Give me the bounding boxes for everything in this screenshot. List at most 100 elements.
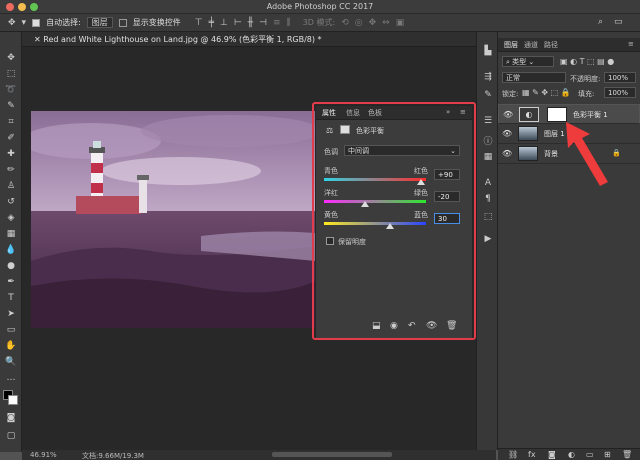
histogram-icon[interactable]: ▙ <box>481 46 495 58</box>
document-close-icon[interactable]: ✕ <box>34 35 43 44</box>
pen-tool-icon[interactable]: ✒ <box>3 276 19 289</box>
more-tools-icon[interactable]: … <box>3 372 19 385</box>
screen-mode-icon[interactable]: ▢ <box>3 430 19 443</box>
document-tab[interactable]: ✕ Red and White Lighthouse on Land.jpg @… <box>28 32 322 47</box>
quick-select-tool-icon[interactable]: ✎ <box>3 100 19 113</box>
shape-tool-icon[interactable]: ▭ <box>3 324 19 337</box>
blend-mode-value: 正常 <box>506 74 520 82</box>
quick-mask-icon[interactable]: ◙ <box>3 412 19 425</box>
gradient-tool-icon[interactable]: ▦ <box>3 228 19 241</box>
tools-panel: ✥ ⬚ ➰ ✎ ⌗ ✐ ✚ ✏ ♙ ↺ ◈ ▦ 💧 ● ✒ T ➤ ▭ ✋ 🔍 … <box>0 32 22 452</box>
3d-pan-icon[interactable]: ✥ <box>369 18 377 28</box>
options-bar: ✥ ▾ 自动选择: 图层 显示变换控件 ⊤ ╪ ⊥ ⊢ ╫ ⊣ ≡ ⫼ 3D 模… <box>0 14 640 32</box>
document-image[interactable] <box>31 111 316 328</box>
new-layer-icon[interactable]: ⊞ <box>604 450 611 459</box>
paragraph-icon[interactable]: ¶ <box>481 194 495 206</box>
new-group-icon[interactable]: ▭ <box>586 450 594 459</box>
move-tool-icon[interactable]: ✥ <box>3 52 19 65</box>
layers-tab-bar: 图层 通道 路径 ≡ <box>498 38 640 52</box>
fill-input[interactable]: 100% <box>604 87 636 98</box>
hand-tool-icon[interactable]: ✋ <box>3 340 19 353</box>
marquee-tool-icon[interactable]: ⬚ <box>3 68 19 81</box>
3d-roll-icon[interactable]: ◎ <box>355 18 363 28</box>
layers-panel: 图层 通道 路径 ≡ ⌕ 类型 ⌄ ▣ ◐ T ⬚ ▤ ● 正常 不透明度: 1… <box>498 32 640 460</box>
title-bar: Adobe Photoshop CC 2017 <box>0 0 640 14</box>
actions-icon[interactable]: ▶ <box>481 234 495 246</box>
visibility-eye-icon[interactable]: 👁 <box>503 110 513 120</box>
align-left-icon[interactable]: ⊢ <box>234 18 242 28</box>
3d-slide-icon[interactable]: ⇔ <box>382 18 390 28</box>
visibility-eye-icon[interactable]: 👁 <box>502 149 512 158</box>
blend-mode-dropdown[interactable]: 正常 <box>502 72 566 83</box>
tab-layers[interactable]: 图层 <box>504 40 518 50</box>
tab-channels[interactable]: 通道 <box>524 40 538 50</box>
align-bottom-icon[interactable]: ⊥ <box>220 18 228 28</box>
lock-options-icon[interactable]: ▦ ✎ ✥ ⬚ 🔒 <box>522 88 571 97</box>
add-mask-icon[interactable]: ◙ <box>548 450 556 459</box>
type-tool-icon[interactable]: T <box>3 292 19 305</box>
adjust-icon[interactable]: ⇶ <box>481 72 495 84</box>
lasso-tool-icon[interactable]: ➰ <box>3 84 19 97</box>
properties-icon[interactable]: ☰ <box>481 116 495 128</box>
brush-settings-icon[interactable]: ✎ <box>481 90 495 102</box>
link-layers-icon[interactable]: ⛓ <box>508 450 518 459</box>
align-middle-icon[interactable]: ╪ <box>209 18 214 28</box>
auto-select-checkbox[interactable] <box>32 18 41 27</box>
layer-filter-dropdown[interactable]: ⌕ 类型 ⌄ <box>502 56 554 67</box>
app-title: Adobe Photoshop CC 2017 <box>266 2 374 11</box>
dodge-tool-icon[interactable]: ● <box>3 260 19 273</box>
brush-tool-icon[interactable]: ✏ <box>3 164 19 177</box>
opacity-input[interactable]: 100% <box>604 72 636 83</box>
eyedropper-tool-icon[interactable]: ✐ <box>3 132 19 145</box>
visibility-eye-icon[interactable]: 👁 <box>502 129 512 138</box>
history-brush-tool-icon[interactable]: ↺ <box>3 196 19 209</box>
distribute-icon[interactable]: ≡ <box>273 18 281 28</box>
fill-label: 填充: <box>578 90 595 98</box>
eraser-tool-icon[interactable]: ◈ <box>3 212 19 225</box>
layer-filter-value: 类型 <box>512 58 527 66</box>
swatches-icon[interactable]: ▦ <box>481 152 495 164</box>
align-right-icon[interactable]: ⊣ <box>259 18 267 28</box>
3d-scale-icon[interactable]: ▣ <box>396 18 405 28</box>
document-size: 文档:9.66M/19.3M <box>82 452 144 460</box>
crop-tool-icon[interactable]: ⌗ <box>3 116 19 129</box>
delete-layer-icon[interactable]: 🗑 <box>622 450 632 459</box>
lighthouse-photo <box>31 111 316 328</box>
properties-highlight-frame <box>312 102 476 340</box>
panel-icon-column: ▙ ⇶ ✎ ☰ ⓘ ▦ A ¶ ⬚ ▶ <box>476 32 498 450</box>
dropdown-arrow-icon[interactable]: ▾ <box>22 18 27 28</box>
align-top-icon[interactable]: ⊤ <box>195 18 203 28</box>
move-tool-icon[interactable]: ✥ <box>8 18 16 28</box>
path-select-tool-icon[interactable]: ➤ <box>3 308 19 321</box>
background-color-swatch[interactable] <box>8 395 18 405</box>
annotation-arrow <box>566 122 608 186</box>
distribute-horizontal-icon[interactable]: ⫼ <box>287 18 291 28</box>
filter-pixel-icon[interactable]: ▣ ◐ T ⬚ ▤ ● <box>560 57 614 66</box>
character-icon[interactable]: A <box>481 178 495 190</box>
stamp-tool-icon[interactable]: ♙ <box>3 180 19 193</box>
tab-paths[interactable]: 路径 <box>544 40 558 50</box>
search-icon[interactable]: ⌕ <box>598 17 603 27</box>
new-adjustment-icon[interactable]: ◐ <box>568 450 575 459</box>
layer-thumbnail <box>518 126 538 141</box>
zoom-level[interactable]: 46.91% <box>30 451 57 459</box>
align-center-icon[interactable]: ╫ <box>248 18 253 28</box>
auto-select-label: 自动选择: <box>46 18 81 27</box>
layer-name: 背景 <box>544 150 558 158</box>
layer-style-icon[interactable]: fx <box>528 450 536 459</box>
auto-select-dropdown[interactable]: 图层 <box>86 17 113 28</box>
horizontal-scrollbar[interactable] <box>272 452 392 457</box>
info-icon[interactable]: ⓘ <box>481 134 495 147</box>
healing-brush-tool-icon[interactable]: ✚ <box>3 148 19 161</box>
3d-rotate-icon[interactable]: ⟲ <box>341 18 349 28</box>
document-tab-bar: ✕ Red and White Lighthouse on Land.jpg @… <box>22 32 496 47</box>
zoom-tool-icon[interactable]: 🔍 <box>3 356 19 369</box>
layers-footer: ⛓ fx ◙ ◐ ▭ ⊞ 🗑 <box>498 448 640 460</box>
lock-label: 锁定: <box>502 90 519 98</box>
layers-menu-icon[interactable]: ≡ <box>628 40 634 48</box>
show-transform-checkbox[interactable] <box>118 18 127 27</box>
status-bar: 46.91% 文档:9.66M/19.3M <box>22 450 496 460</box>
workspace-icon[interactable]: ▭ <box>614 17 623 27</box>
blur-tool-icon[interactable]: 💧 <box>3 244 19 257</box>
3d-icon[interactable]: ⬚ <box>481 212 495 224</box>
